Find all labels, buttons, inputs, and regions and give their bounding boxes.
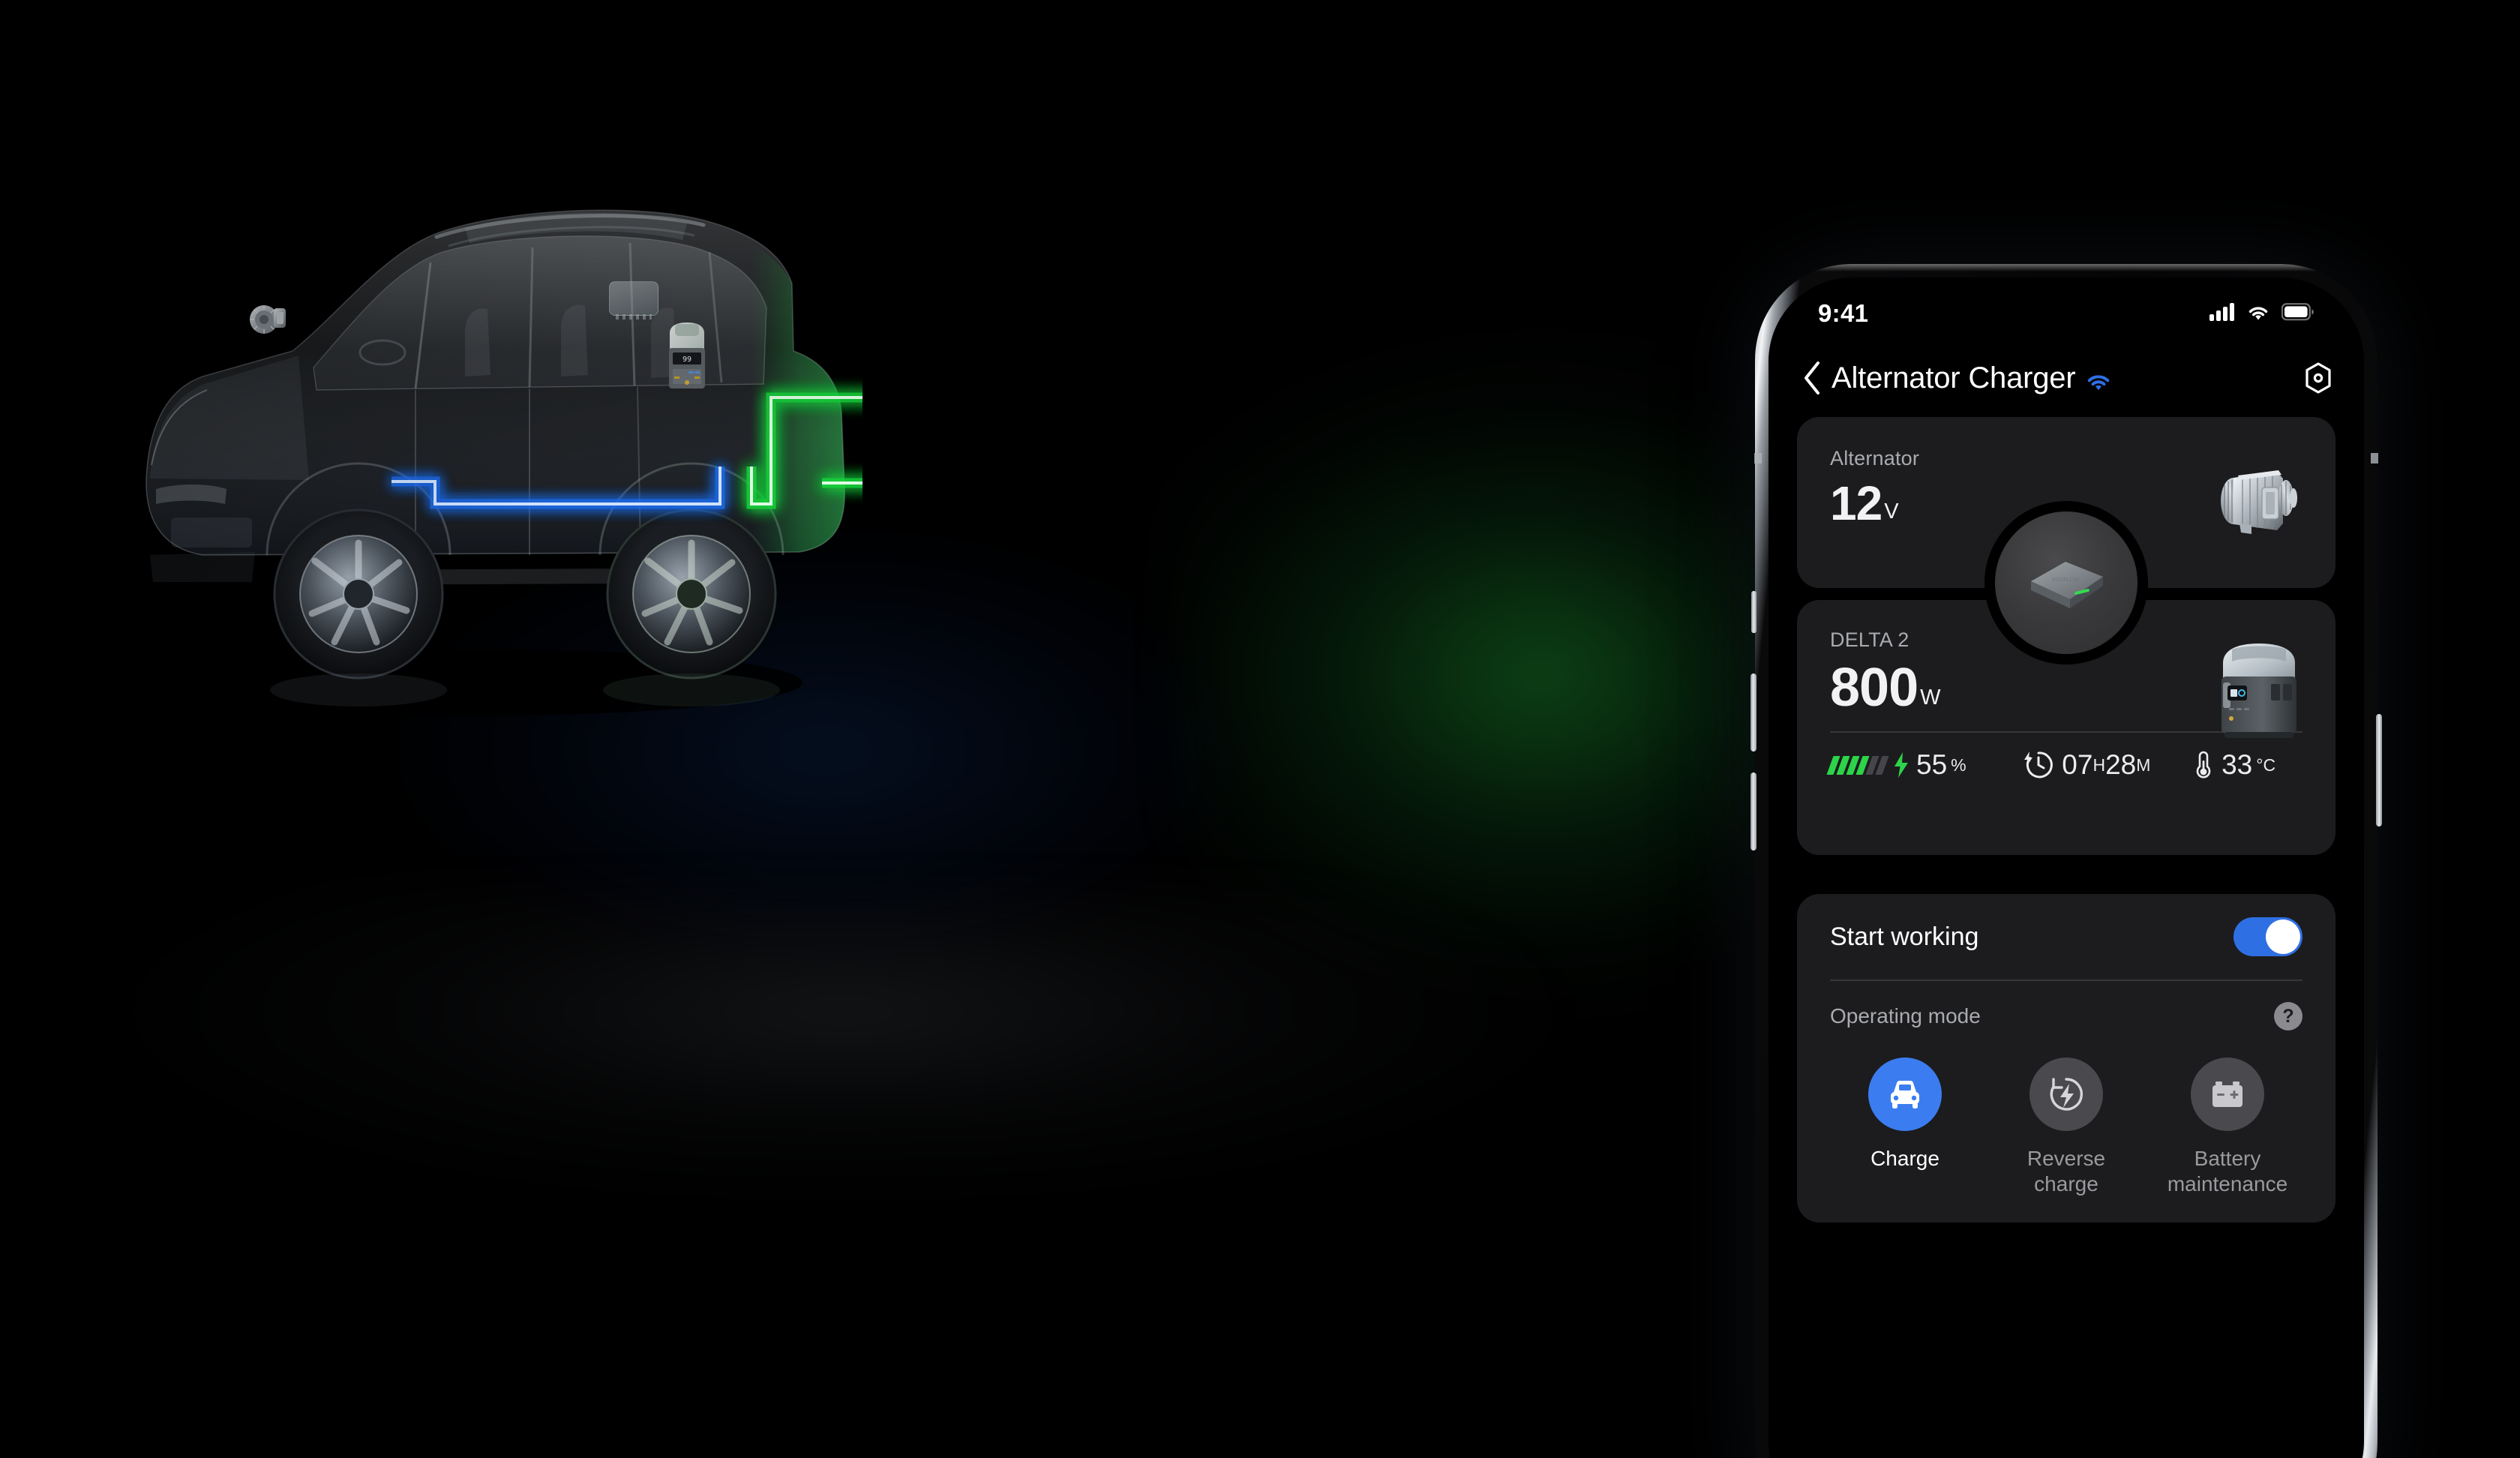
- time-remaining-minutes: 28: [2105, 749, 2137, 780]
- antenna-band-right: [2371, 453, 2378, 464]
- mode-option-reverse-charge[interactable]: Reverse charge: [1999, 1058, 2134, 1197]
- start-working-row[interactable]: Start working: [1830, 894, 2302, 980]
- volume-down-button[interactable]: [1750, 772, 1756, 850]
- mode-label-line2: maintenance: [2167, 1172, 2288, 1196]
- delta-2-card[interactable]: DELTA 2 800 W 55 % 07 H 28 M 33 °C ECOFL…: [1797, 512, 2336, 855]
- phone-screen: 9:41 Alternator Charger Alternator 12 V …: [1768, 278, 2364, 1458]
- reverse-charge-icon[interactable]: [2030, 1058, 2103, 1131]
- app-content: Alternator 12 V DELTA 2 800 W 55 % 07 H …: [1768, 417, 2364, 1458]
- antenna-band-left: [1754, 453, 1762, 464]
- mode-label-line1: Battery: [2194, 1147, 2261, 1170]
- controls-card: Start working Operating mode ? Charge Re…: [1797, 894, 2336, 1223]
- battery-bars-icon: [1826, 755, 1889, 775]
- time-remaining-minutes-unit: M: [2136, 754, 2151, 775]
- toggle-knob: [2266, 920, 2300, 954]
- settings-button[interactable]: [2298, 358, 2338, 398]
- bolt-icon: [1893, 752, 1910, 778]
- wifi-icon: [2246, 303, 2270, 325]
- mode-label-reverse-charge: Reverse charge: [2027, 1146, 2105, 1197]
- temperature-stat: 33 °C: [2194, 749, 2302, 781]
- hero-scene: 99 9:41 Alternator Charger Alternator 12…: [0, 0, 2520, 1458]
- charger-device-image: ECOFLOW: [2031, 562, 2103, 608]
- car-battery-icon[interactable]: [2191, 1058, 2264, 1131]
- alternator-voltage-unit: V: [1884, 500, 1898, 524]
- alternator-charger-device-badge: ECOFLOW: [1995, 512, 2138, 654]
- svg-text:99: 99: [682, 356, 692, 364]
- delta-2-power-unit: W: [1920, 686, 1940, 710]
- vehicle-alternator-part: [244, 295, 290, 341]
- temperature-value: 33: [2222, 749, 2253, 780]
- back-button[interactable]: [1792, 358, 1832, 398]
- hexagon-settings-icon: [2306, 362, 2331, 394]
- mode-label-line1: Reverse: [2026, 1147, 2106, 1170]
- start-working-toggle[interactable]: [2234, 917, 2302, 956]
- app-header: Alternator Charger: [1768, 346, 2364, 410]
- time-remaining-hours-unit: H: [2092, 754, 2106, 775]
- status-bar-time: 9:41: [1818, 299, 1869, 327]
- battery-level-unit: %: [1951, 754, 1966, 775]
- mode-label-battery-maintenance: Battery maintenance: [2168, 1146, 2288, 1197]
- cellular-signal-icon: [2210, 302, 2235, 325]
- xray-suv-illustration: [112, 165, 862, 735]
- mode-option-battery-maintenance[interactable]: Battery maintenance: [2160, 1058, 2295, 1197]
- mode-option-charge[interactable]: Charge: [1838, 1058, 1972, 1197]
- time-remaining-hours: 07: [2062, 749, 2093, 780]
- notch: [1964, 278, 2168, 303]
- start-working-label: Start working: [1830, 922, 1979, 951]
- delta-2-power-number: 800: [1830, 658, 1918, 718]
- svg-text:ECOFLOW: ECOFLOW: [2052, 578, 2079, 583]
- delta-2-station-in-vehicle: 99: [666, 314, 708, 392]
- time-remaining-stat: 07 H 28 M: [2024, 749, 2194, 781]
- mode-label-line2: charge: [2034, 1172, 2098, 1196]
- battery-icon: [2281, 302, 2314, 325]
- mode-label-charge: Charge: [1870, 1147, 1940, 1170]
- mute-switch[interactable]: [1751, 591, 1756, 633]
- page-title: Alternator Charger: [1832, 361, 2076, 394]
- power-button[interactable]: [2376, 714, 2382, 826]
- floor-reflection: [112, 885, 1575, 1200]
- alternator-card-image: [2208, 452, 2306, 549]
- car-front-icon[interactable]: [1868, 1058, 1942, 1131]
- ecoflow-charger-box: [609, 281, 658, 320]
- temperature-unit: °C: [2256, 754, 2276, 775]
- battery-level-value: 55: [1916, 749, 1948, 780]
- thermometer-icon: [2194, 750, 2213, 780]
- operating-mode-options: Charge Reverse charge Battery maintenanc…: [1830, 1052, 2302, 1197]
- question-mark-icon[interactable]: ?: [2274, 1002, 2302, 1030]
- delta-2-card-image: [2212, 630, 2306, 742]
- charge-clock-icon: [2024, 750, 2054, 780]
- operating-mode-label: Operating mode: [1830, 1004, 1981, 1028]
- alternator-voltage-number: 12: [1830, 476, 1882, 530]
- battery-level-stat: 55%: [1826, 749, 2024, 781]
- volume-up-button[interactable]: [1750, 674, 1756, 752]
- device-connected-wifi-icon: [2084, 370, 2113, 392]
- operating-mode-row: Operating mode ?: [1830, 981, 2302, 1052]
- chevron-left-icon: [1804, 362, 1820, 394]
- phone-mockup: 9:41 Alternator Charger Alternator 12 V …: [1750, 264, 2382, 1458]
